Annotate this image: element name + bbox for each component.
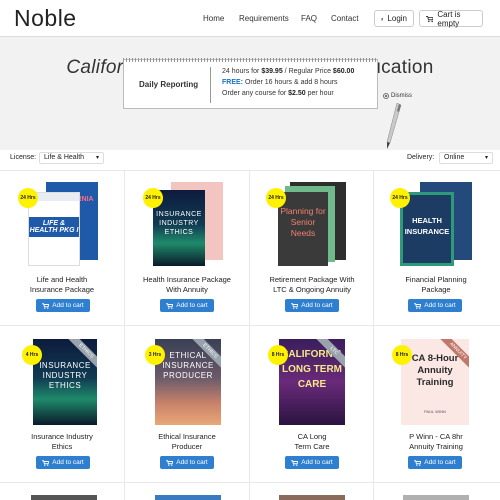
delivery-select-value: Online <box>444 154 465 161</box>
license-select[interactable]: Life & Health ▾ <box>39 152 104 164</box>
product-title[interactable]: Insurance Industry Ethics <box>0 432 124 452</box>
delivery-select[interactable]: Online ▾ <box>439 152 493 164</box>
nav-faq[interactable]: FAQ <box>301 14 317 23</box>
product-title[interactable]: CA Long Term Care <box>250 432 374 452</box>
chevron-down-icon: ▾ <box>484 155 488 161</box>
add-to-cart-button[interactable]: Add to cart <box>36 299 90 312</box>
product-card[interactable]: 4 Hrs INSURANCE INDUSTRY ETHICS ETHICS I… <box>0 335 124 475</box>
user-icon <box>381 17 384 20</box>
product-title[interactable]: P Winn - CA 8hr Annuity Training <box>374 432 498 452</box>
nav-contact[interactable]: Contact <box>331 14 359 23</box>
product-card[interactable]: 24 Hrs HEALTH INSURANCE Financial Planni… <box>374 178 498 318</box>
hours-badge: 24 Hrs <box>390 188 410 208</box>
product-cover-partial[interactable] <box>31 495 97 500</box>
cart-icon <box>414 302 422 309</box>
add-to-cart-button[interactable]: Add to cart <box>285 299 339 312</box>
product-card[interactable]: 24 Hrs INSURANCE INDUSTRY ETHICS Health … <box>125 178 249 318</box>
site-logo[interactable]: Noble <box>14 5 77 32</box>
product-cover-partial[interactable] <box>403 495 469 500</box>
product-card[interactable]: 3 Hrs ETHICAL INSURANCE PRODUCER ETHICS … <box>125 335 249 475</box>
promo-line-1: 24 hours for $39.95 / Regular Price $60.… <box>222 68 355 75</box>
hours-badge: 8 Hrs <box>392 345 412 365</box>
book-front: CALIFORNIA LONG TERM CARE LTC <box>279 339 345 425</box>
add-to-cart-button[interactable]: Add to cart <box>408 299 462 312</box>
product-cover-partial[interactable] <box>155 495 221 500</box>
hours-badge: 24 Hrs <box>18 188 38 208</box>
hours-badge: 8 Hrs <box>268 345 288 365</box>
product-card[interactable]: 8 Hrs CALIFORNIA LONG TERM CARE LTC CA L… <box>250 335 374 475</box>
grid-divider <box>0 170 500 171</box>
notepad-spiral <box>123 58 378 62</box>
dismiss-button[interactable]: Dismiss <box>383 93 412 99</box>
product-cover[interactable]: 4 Hrs INSURANCE INDUSTRY ETHICS ETHICS <box>0 335 124 425</box>
cart-icon <box>291 302 299 309</box>
add-to-cart-button[interactable]: Add to cart <box>36 456 90 469</box>
add-to-cart-button[interactable]: Add to cart <box>408 456 462 469</box>
book-front: ETHICAL INSURANCE PRODUCER ETHICS <box>155 339 221 425</box>
product-title[interactable]: Financial Planning Package <box>374 275 498 295</box>
hours-badge: 24 Hrs <box>266 188 286 208</box>
hours-badge: 3 Hrs <box>145 345 165 365</box>
pen-icon <box>386 103 402 149</box>
nav-home[interactable]: Home <box>203 14 224 23</box>
login-label: Login <box>387 14 407 23</box>
product-card[interactable]: 8 Hrs CA 8-Hour Annuity Training PAUL WI… <box>374 335 498 475</box>
dismiss-label: Dismiss <box>391 93 412 99</box>
product-title[interactable]: Ethical Insurance Producer <box>125 432 249 452</box>
product-cover[interactable]: 24 Hrs Planning for Senior Needs <box>250 178 374 268</box>
cart-icon <box>291 459 299 466</box>
product-title[interactable]: Retirement Package With LTC & Ongoing Ann… <box>250 275 374 295</box>
cart-icon <box>42 459 50 466</box>
product-card[interactable]: 24 Hrs CALIFORNIA LIFE & HEALTH PKG I Li… <box>0 178 124 318</box>
promo-lines: 24 hours for $39.95 / Regular Price $60.… <box>222 66 354 99</box>
product-cover[interactable]: 24 Hrs CALIFORNIA LIFE & HEALTH PKG I <box>0 178 124 268</box>
product-cover[interactable]: 24 Hrs INSURANCE INDUSTRY ETHICS <box>125 178 249 268</box>
product-cover[interactable]: 3 Hrs ETHICAL INSURANCE PRODUCER ETHICS <box>125 335 249 425</box>
cart-icon <box>426 15 434 22</box>
login-button[interactable]: Login <box>374 10 414 27</box>
product-card[interactable]: 24 Hrs Planning for Senior Needs Retirem… <box>250 178 374 318</box>
grid-divider <box>0 482 500 483</box>
hours-badge: 4 Hrs <box>22 345 42 365</box>
add-to-cart-button[interactable]: Add to cart <box>285 456 339 469</box>
product-title[interactable]: Health Insurance Package With Annuity <box>125 275 249 295</box>
grid-divider <box>0 325 500 326</box>
product-cover[interactable]: 8 Hrs CA 8-Hour Annuity Training PAUL WI… <box>374 335 498 425</box>
cart-icon <box>166 302 174 309</box>
book-author: PAUL WINN <box>424 409 446 414</box>
nav-requirements[interactable]: Requirements <box>239 14 289 23</box>
promo-label: Daily Reporting <box>139 80 199 89</box>
hours-badge: 24 Hrs <box>143 188 163 208</box>
product-cover[interactable]: 8 Hrs CALIFORNIA LONG TERM CARE LTC <box>250 335 374 425</box>
promo-notepad: Daily Reporting 24 hours for $39.95 / Re… <box>123 59 378 109</box>
license-label: License: <box>10 154 37 161</box>
book-front: INSURANCE INDUSTRY ETHICS ETHICS <box>33 339 97 425</box>
cart-icon <box>42 302 50 309</box>
product-title[interactable]: Life and Health Insurance Package <box>0 275 124 295</box>
close-icon <box>383 93 389 99</box>
cart-icon <box>414 459 422 466</box>
product-cover-partial[interactable] <box>279 495 345 500</box>
delivery-label: Delivery: <box>407 154 435 161</box>
cart-icon <box>166 459 174 466</box>
site-header: Noble Home Requirements FAQ Contact Logi… <box>0 0 500 37</box>
cart-label: Cart is empty <box>437 9 461 28</box>
book-front: Planning for Senior Needs <box>278 192 328 266</box>
license-select-value: Life & Health <box>44 154 85 161</box>
promo-divider <box>210 67 211 103</box>
promo-line-2: FREE: Order 16 hours & add 8 hours <box>222 79 338 86</box>
cart-button[interactable]: Cart is empty <box>419 9 483 28</box>
add-to-cart-button[interactable]: Add to cart <box>160 299 214 312</box>
add-to-cart-button[interactable]: Add to cart <box>160 456 214 469</box>
product-cover[interactable]: 24 Hrs HEALTH INSURANCE <box>374 178 498 268</box>
chevron-down-icon: ▾ <box>95 155 99 161</box>
promo-line-3: Order any course for $2.50 per hour <box>222 90 334 97</box>
